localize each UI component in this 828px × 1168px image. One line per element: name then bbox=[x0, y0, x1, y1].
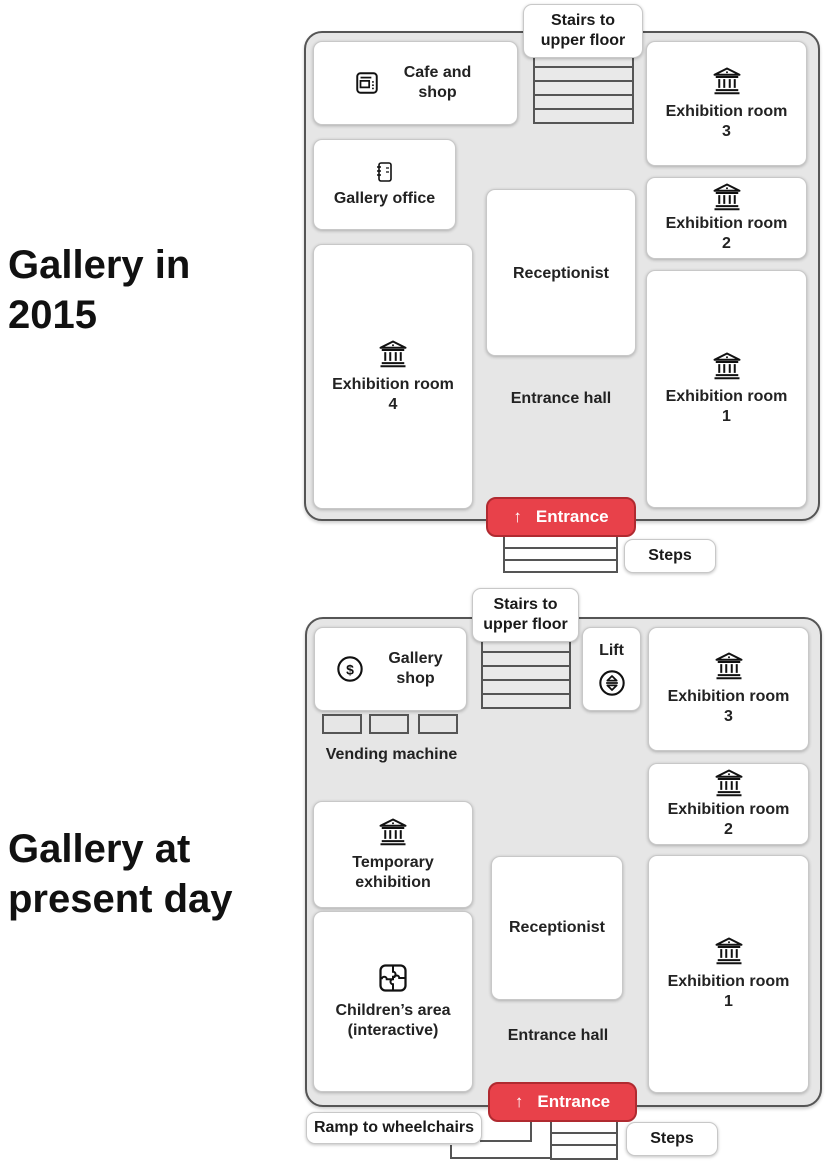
entrance-present: ↑ Entrance bbox=[488, 1082, 637, 1122]
exhibition-room-1-2015: Exhibition room 1 bbox=[646, 270, 807, 508]
exhibition-room-1-label: Exhibition room 1 bbox=[665, 388, 788, 425]
notebook-icon bbox=[375, 161, 395, 183]
entrance-hall-present: Entrance hall bbox=[507, 1027, 609, 1044]
entrance-label: Entrance bbox=[537, 1092, 611, 1111]
exhibition-room-2-present: Exhibition room 2 bbox=[648, 763, 809, 845]
museum-icon bbox=[712, 351, 742, 381]
vending-machine-unit bbox=[418, 714, 458, 734]
cafe-and-shop-label: Cafe and shop bbox=[403, 64, 472, 101]
stairs-label-2015: Stairs to upper floor bbox=[523, 4, 643, 58]
title-present: Gallery at present day bbox=[8, 827, 233, 921]
exhibition-room-2-label: Exhibition room 2 bbox=[667, 801, 790, 838]
ramp-line bbox=[450, 1157, 552, 1159]
ramp-label-present: Ramp to wheelchairs bbox=[306, 1112, 482, 1144]
entrance-2015: ↑ Entrance bbox=[486, 497, 636, 537]
museum-icon bbox=[714, 651, 744, 681]
entrance-label: Entrance bbox=[535, 507, 609, 526]
exhibition-room-4-label: Exhibition room 4 bbox=[332, 375, 454, 413]
museum-icon bbox=[714, 768, 744, 798]
gallery-office-2015: Gallery office bbox=[313, 139, 456, 230]
vending-machine-unit bbox=[322, 714, 362, 734]
title-2015: Gallery in 2015 bbox=[8, 243, 191, 337]
steps-label-present: Steps bbox=[626, 1122, 718, 1156]
exhibition-room-1-label: Exhibition room 1 bbox=[667, 973, 790, 1010]
exhibition-room-4-2015: Exhibition room 4 bbox=[313, 244, 473, 509]
exhibition-room-3-label: Exhibition room 3 bbox=[665, 102, 788, 140]
museum-icon bbox=[712, 66, 742, 96]
stairs-2015 bbox=[533, 52, 634, 124]
gallery-shop-label: Gallery shop bbox=[388, 650, 443, 687]
lift-present: Lift bbox=[582, 627, 641, 711]
dollar-coin-icon: $ bbox=[336, 655, 364, 683]
receptionist-label: Receptionist bbox=[508, 919, 605, 936]
gallery-shop-present: $ Gallery shop bbox=[314, 627, 467, 711]
exhibition-room-3-label: Exhibition room 3 bbox=[667, 688, 790, 725]
exhibition-room-2-2015: Exhibition room 2 bbox=[646, 177, 807, 259]
svg-text:$: $ bbox=[346, 661, 354, 677]
arrow-up-icon: ↑ bbox=[513, 507, 522, 526]
museum-icon bbox=[714, 936, 744, 966]
puzzle-icon bbox=[378, 963, 408, 993]
receptionist-label: Receptionist bbox=[512, 265, 609, 282]
entrance-hall-2015: Entrance hall bbox=[510, 390, 612, 407]
museum-icon bbox=[378, 817, 408, 847]
cafe-and-shop-2015: Cafe and shop bbox=[313, 41, 518, 125]
steps-label-2015: Steps bbox=[624, 539, 716, 573]
exhibition-room-1-present: Exhibition room 1 bbox=[648, 855, 809, 1093]
exhibition-room-3-2015: Exhibition room 3 bbox=[646, 41, 807, 166]
ramp-line bbox=[480, 1140, 532, 1142]
receptionist-2015: Receptionist bbox=[486, 189, 636, 356]
vending-machine-label: Vending machine bbox=[325, 746, 458, 763]
arrow-up-icon: ↑ bbox=[514, 1092, 524, 1111]
museum-icon bbox=[712, 182, 742, 212]
stairs-label-present: Stairs to upper floor bbox=[472, 588, 579, 642]
temporary-exhibition-present: Temporary exhibition bbox=[313, 801, 473, 908]
stairs-present bbox=[481, 637, 571, 709]
childrens-area-present: Children’s area (interactive) bbox=[313, 911, 473, 1092]
receptionist-present: Receptionist bbox=[491, 856, 623, 1000]
gallery-office-label: Gallery office bbox=[333, 189, 436, 207]
childrens-area-label: Children’s area (interactive) bbox=[335, 1001, 451, 1039]
exhibition-room-3-present: Exhibition room 3 bbox=[648, 627, 809, 751]
ramp-line bbox=[530, 1120, 532, 1142]
lift-label: Lift bbox=[599, 642, 624, 659]
steps-present bbox=[550, 1120, 618, 1160]
vending-machine-unit bbox=[369, 714, 409, 734]
coffee-machine-icon bbox=[354, 70, 380, 96]
lift-icon bbox=[598, 669, 626, 697]
temporary-exhibition-label: Temporary exhibition bbox=[352, 853, 434, 891]
steps-2015 bbox=[503, 535, 618, 573]
exhibition-room-2-label: Exhibition room 2 bbox=[665, 215, 788, 252]
museum-icon bbox=[378, 339, 408, 369]
